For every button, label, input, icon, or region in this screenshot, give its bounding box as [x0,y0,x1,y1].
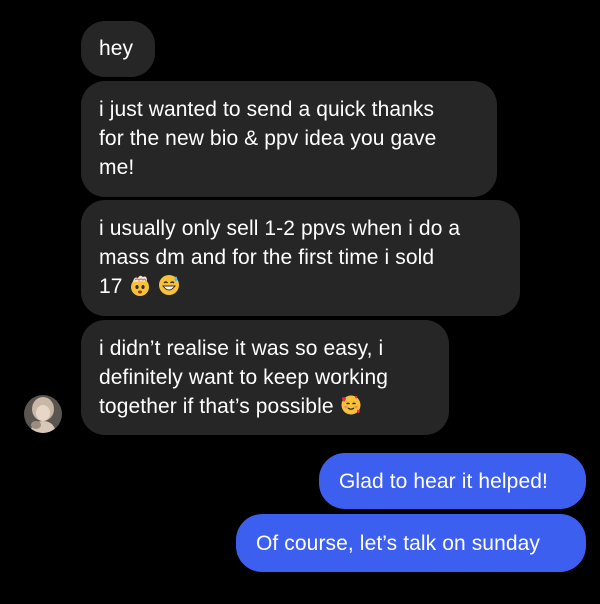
message-text: Of course, let’s talk on sunday [256,531,541,555]
incoming-message[interactable]: i just wanted to send a quick thanks for… [81,81,497,197]
message-text-line: i just wanted to send a quick thanks [99,98,435,121]
message-text-line: mass dm and for the first time i sold [99,246,435,269]
exploding-head-emoji [128,273,152,297]
message-text-line: i usually only sell 1-2 ppvs when i do a [99,217,461,240]
outgoing-message[interactable]: Glad to hear it helped! [319,453,586,509]
message-text-line: hey [99,37,134,60]
message-text-line: i didn’t realise it was so easy, i [99,337,384,360]
smiling-hearts-emoji [339,393,363,417]
contact-avatar[interactable] [24,395,62,433]
message-text: Glad to hear it helped! [339,469,548,493]
message-text: 17 [99,275,123,298]
message-text-line: me! [99,156,135,179]
message-text-line: for the new bio & ppv idea you gave [99,127,437,150]
message-text-line: 17 [99,272,502,301]
message-text-line: definitely want to keep working [99,366,389,389]
incoming-message[interactable]: i usually only sell 1-2 ppvs when i do a… [81,200,520,316]
message-text-line: together if that’s possible [99,392,431,421]
message-text: together if that’s possible [99,395,334,418]
outgoing-message[interactable]: Of course, let’s talk on sunday [236,514,586,572]
grinning-sweat-emoji [157,273,181,297]
incoming-message[interactable]: i didn’t realise it was so easy, i defin… [81,320,449,435]
incoming-message[interactable]: hey [81,21,155,77]
